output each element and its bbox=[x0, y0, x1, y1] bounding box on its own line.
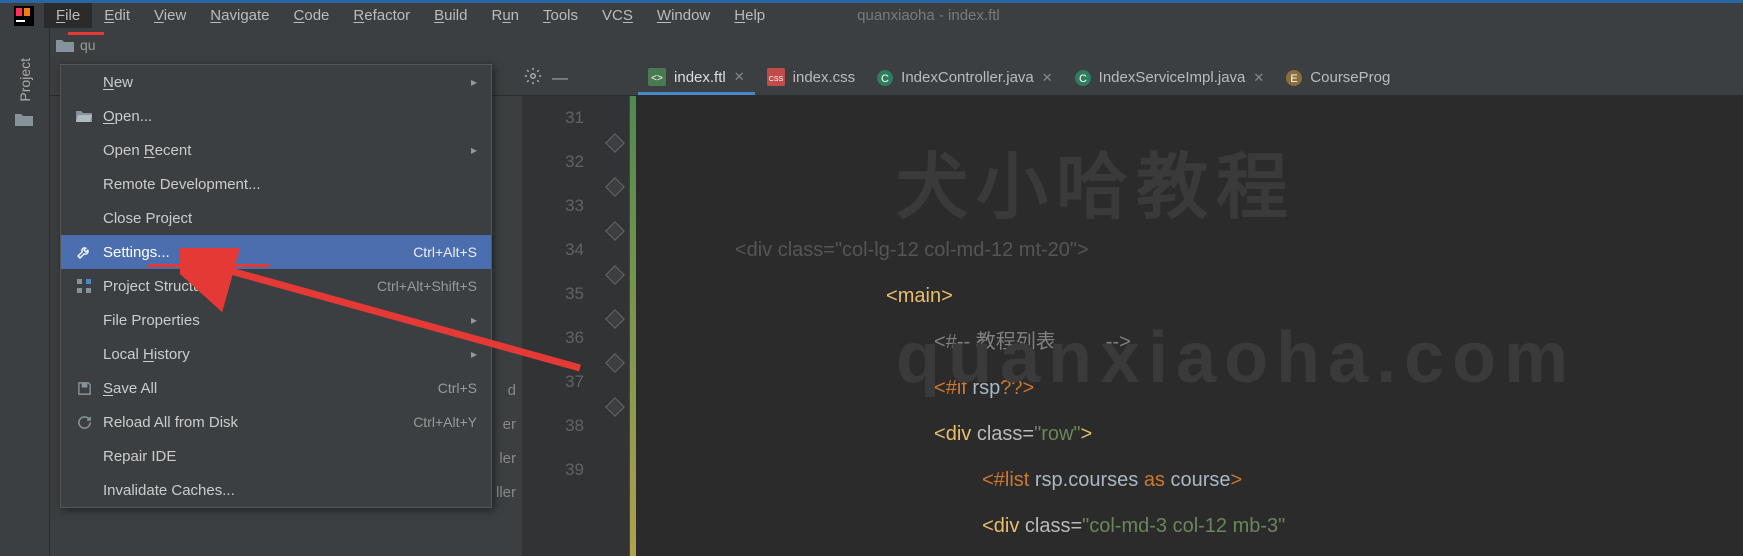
structure-icon bbox=[75, 277, 93, 295]
menu-help[interactable]: Help bbox=[722, 3, 777, 28]
menu-code[interactable]: Code bbox=[282, 3, 342, 28]
enum-icon: E bbox=[1286, 70, 1302, 86]
code-area[interactable]: 犬小哈教程 quanxiaoha.com <div class="col-lg-… bbox=[636, 96, 1743, 556]
annotation-file-underline bbox=[68, 32, 104, 35]
wrench-icon bbox=[75, 243, 93, 261]
close-icon[interactable]: ✕ bbox=[734, 69, 745, 85]
fold-strip[interactable] bbox=[602, 96, 630, 556]
menu-new[interactable]: New▸ bbox=[61, 65, 491, 99]
menu-save-all[interactable]: Save All Ctrl+S bbox=[61, 371, 491, 405]
tab-course-prog[interactable]: E CourseProg bbox=[1276, 63, 1400, 95]
hide-icon[interactable]: — bbox=[552, 70, 568, 88]
menu-repair-ide[interactable]: Repair IDE bbox=[61, 439, 491, 473]
menu-vcs[interactable]: VCS bbox=[590, 3, 645, 28]
window-title: quanxiaoha - index.ftl bbox=[857, 7, 1000, 24]
project-name-fragment[interactable]: qu bbox=[80, 37, 96, 53]
menu-build[interactable]: Build bbox=[422, 3, 479, 28]
line-gutter: 313233343536373839 bbox=[522, 96, 602, 556]
menu-file[interactable]: File bbox=[44, 3, 92, 28]
close-icon[interactable]: ✕ bbox=[1042, 70, 1053, 86]
menu-remote-dev[interactable]: Remote Development... bbox=[61, 167, 491, 201]
menu-reload-disk[interactable]: Reload All from Disk Ctrl+Alt+Y bbox=[61, 405, 491, 439]
tool-window-bar: Project bbox=[0, 28, 50, 556]
menu-local-history[interactable]: Local History▸ bbox=[61, 337, 491, 371]
tab-index-ftl[interactable]: <> index.ftl ✕ bbox=[638, 62, 755, 95]
editor-tabs: <> index.ftl ✕ CSS index.css C IndexCont… bbox=[638, 62, 1400, 95]
menu-file-properties[interactable]: File Properties▸ bbox=[61, 303, 491, 337]
menu-window[interactable]: Window bbox=[645, 3, 722, 28]
tab-index-css[interactable]: CSS index.css bbox=[757, 62, 866, 95]
css-file-icon: CSS bbox=[767, 68, 785, 86]
menu-navigate[interactable]: Navigate bbox=[198, 3, 281, 28]
file-menu-dropdown: New▸ Open... Open Recent▸ Remote Develop… bbox=[60, 64, 492, 508]
project-crumb-bar: qu bbox=[50, 28, 1743, 62]
menu-open[interactable]: Open... bbox=[61, 99, 491, 133]
tab-index-controller[interactable]: C IndexController.java ✕ bbox=[867, 63, 1062, 95]
menu-close-project[interactable]: Close Project bbox=[61, 201, 491, 235]
class-icon: C bbox=[877, 70, 893, 86]
menu-run[interactable]: Run bbox=[479, 3, 531, 28]
annotation-settings-underline bbox=[147, 264, 269, 267]
menu-project-structure[interactable]: Project Structure... Ctrl+Alt+Shift+S bbox=[61, 269, 491, 303]
menu-open-recent[interactable]: Open Recent▸ bbox=[61, 133, 491, 167]
reload-icon bbox=[75, 413, 93, 431]
menu-invalidate-caches[interactable]: Invalidate Caches... bbox=[61, 473, 491, 507]
svg-text:CSS: CSS bbox=[768, 76, 783, 83]
folder-icon bbox=[15, 112, 35, 132]
menu-view[interactable]: View bbox=[142, 3, 198, 28]
menu-refactor[interactable]: Refactor bbox=[341, 3, 422, 28]
gear-icon[interactable] bbox=[524, 67, 542, 90]
svg-text:C: C bbox=[881, 73, 889, 85]
save-icon bbox=[75, 379, 93, 397]
class-icon: C bbox=[1075, 70, 1091, 86]
folder-icon bbox=[56, 38, 74, 52]
menu-tools[interactable]: Tools bbox=[531, 3, 590, 28]
project-tool-button[interactable]: Project bbox=[17, 58, 33, 102]
menubar: File Edit View Navigate Code Refactor Bu… bbox=[0, 0, 1743, 28]
menu-settings[interactable]: Settings... Ctrl+Alt+S bbox=[61, 235, 491, 269]
folder-open-icon bbox=[75, 107, 93, 125]
menu-edit[interactable]: Edit bbox=[92, 3, 142, 28]
close-icon[interactable]: ✕ bbox=[1253, 70, 1264, 86]
svg-text:E: E bbox=[1291, 73, 1298, 85]
tab-index-service-impl[interactable]: C IndexServiceImpl.java ✕ bbox=[1065, 63, 1275, 95]
app-icon bbox=[14, 6, 34, 26]
svg-text:<>: <> bbox=[651, 73, 663, 84]
svg-text:C: C bbox=[1079, 73, 1087, 85]
ftl-file-icon: <> bbox=[648, 68, 666, 86]
